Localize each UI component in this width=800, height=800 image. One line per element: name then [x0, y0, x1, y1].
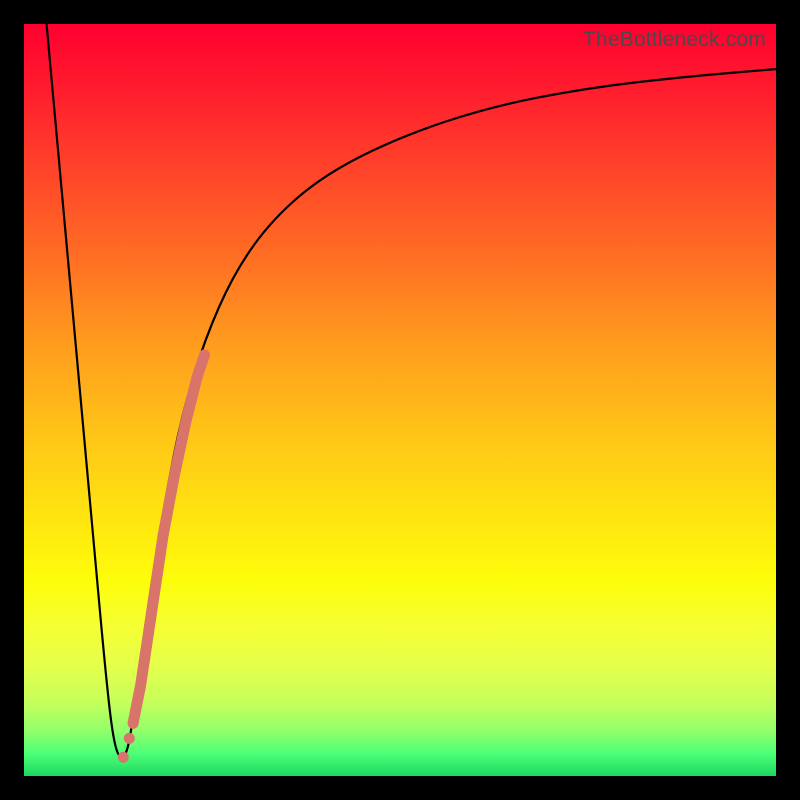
highlight-dot [124, 733, 135, 744]
highlight-segment-path [133, 355, 204, 723]
highlight-dot [118, 752, 129, 763]
plot-area: TheBottleneck.com [24, 24, 776, 776]
bottleneck-curve-path [47, 24, 776, 757]
chart-frame: TheBottleneck.com [0, 0, 800, 800]
chart-svg [24, 24, 776, 776]
highlight-dots-group [118, 733, 135, 763]
